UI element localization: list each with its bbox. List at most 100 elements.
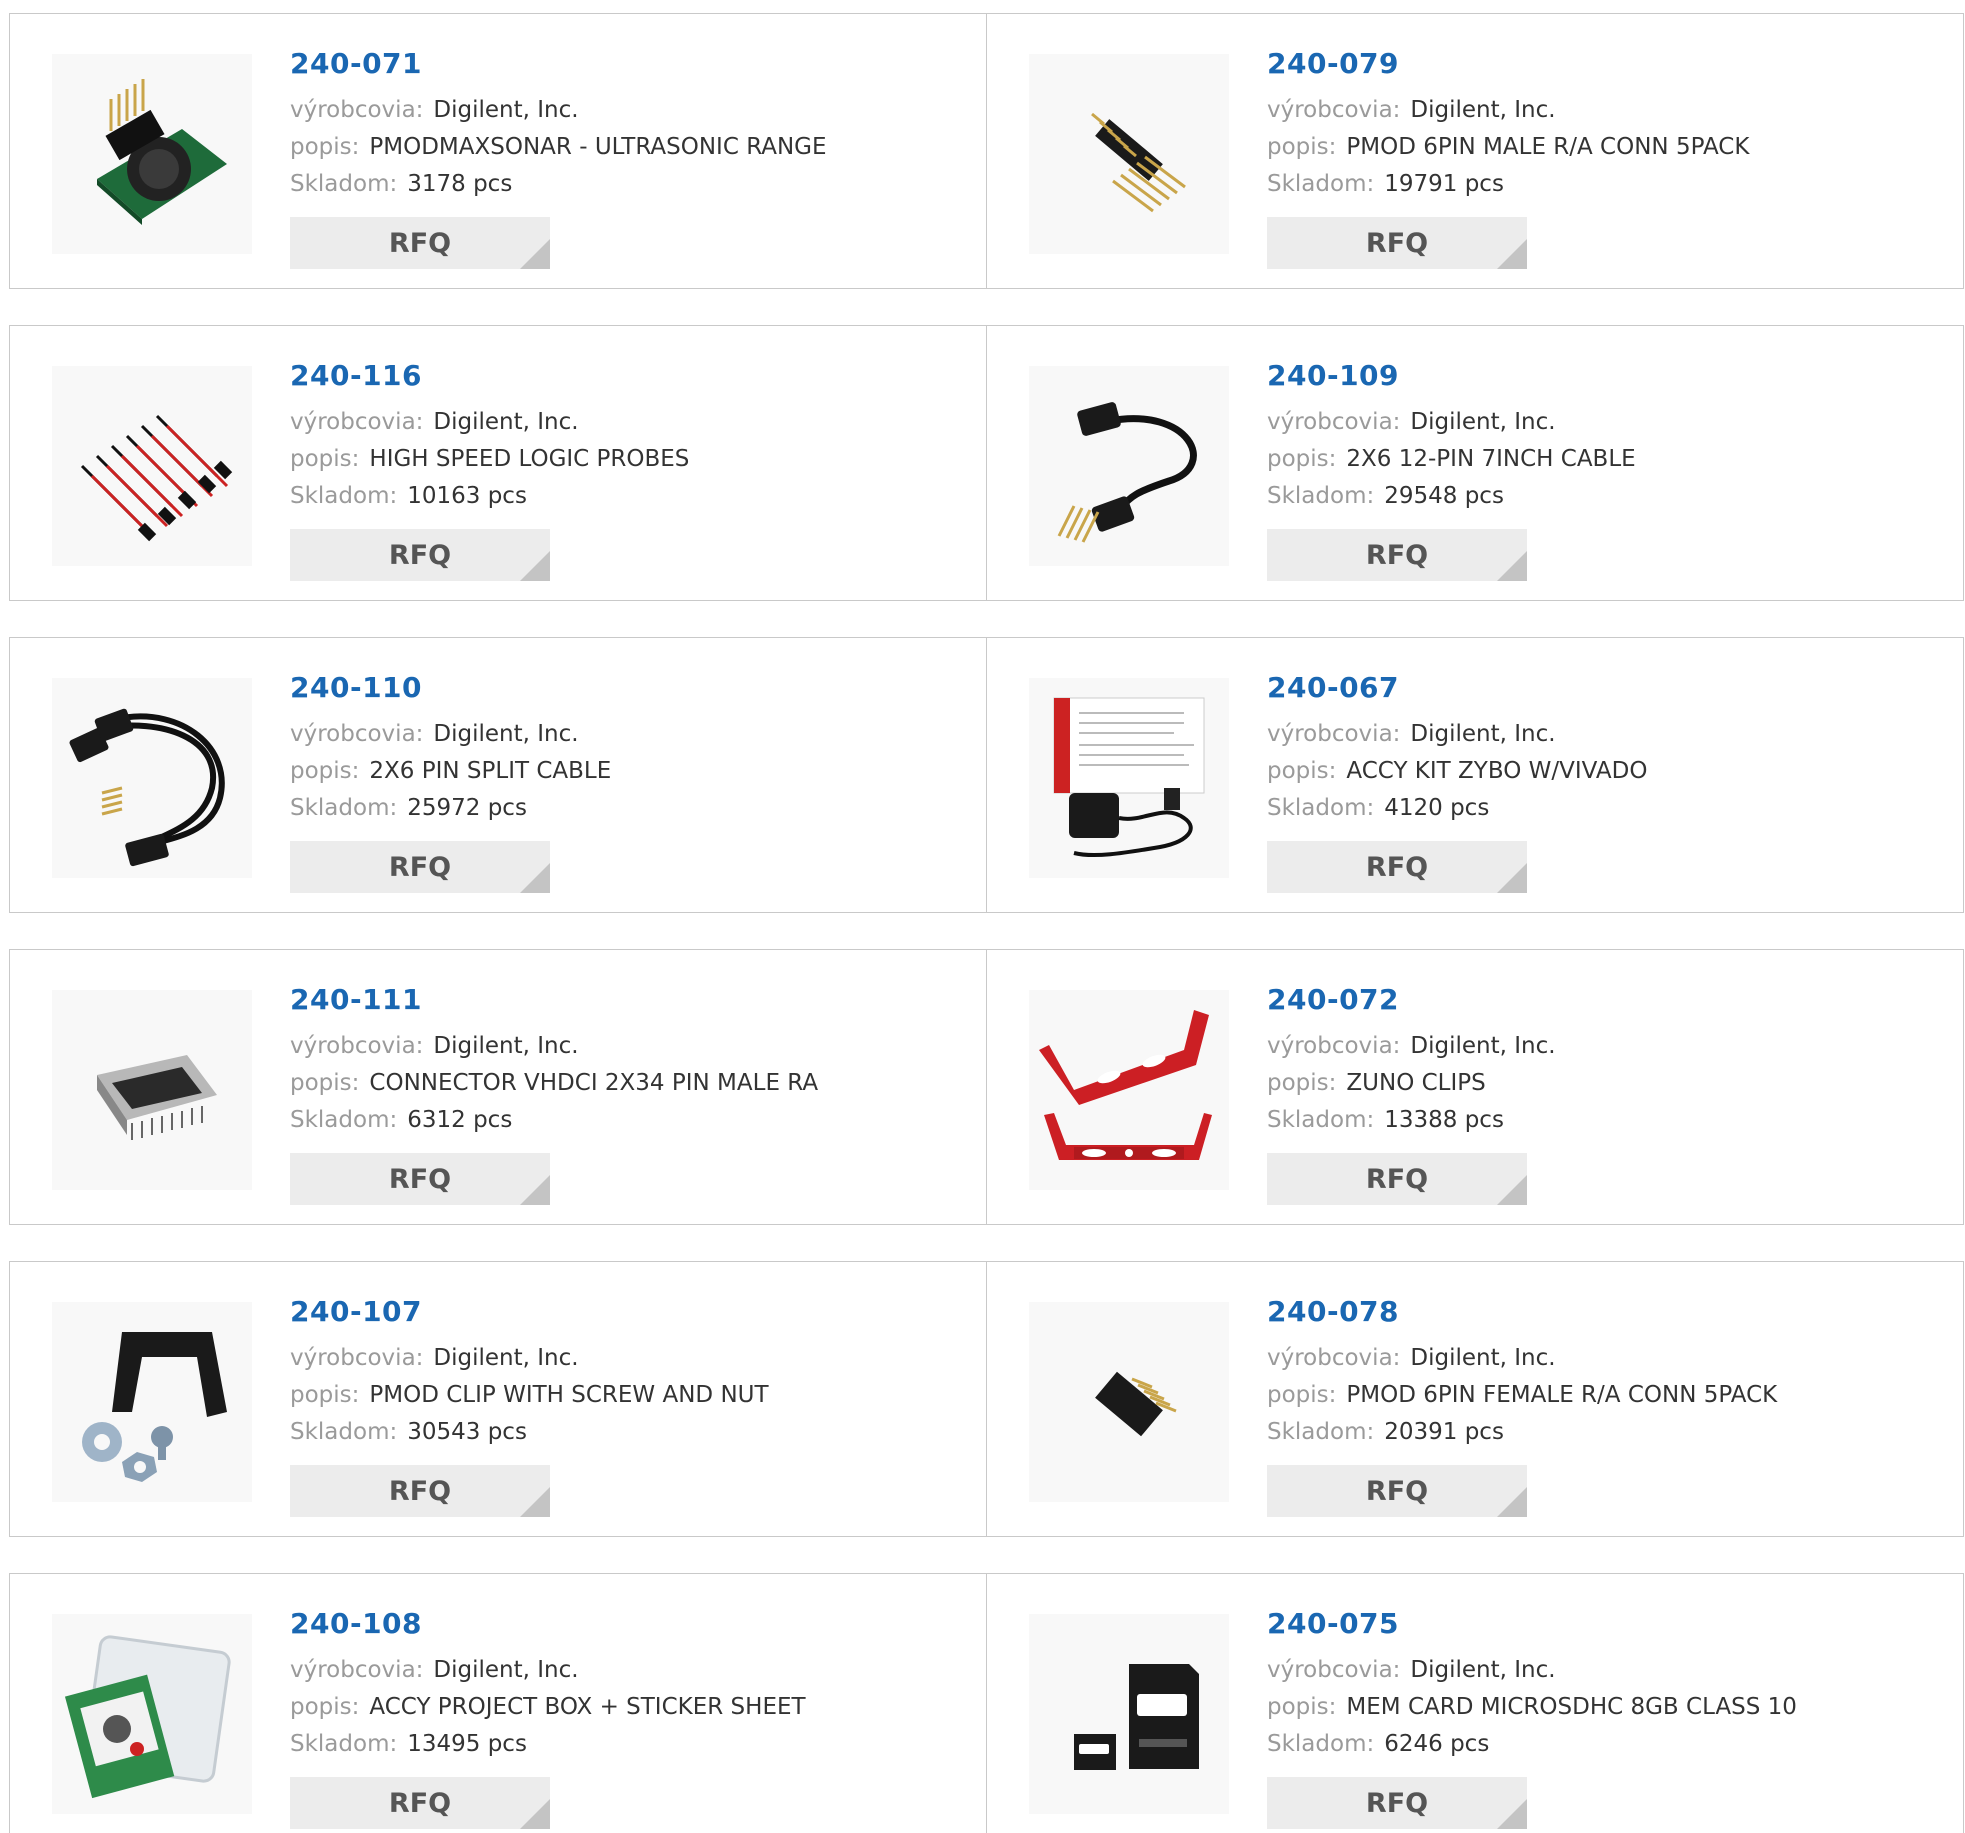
corner-triangle-icon: [520, 1175, 550, 1205]
stock-row: Skladom: 10163 pcs: [290, 478, 689, 515]
rfq-button[interactable]: RFQ: [290, 1465, 550, 1517]
stock-value: 6312 pcs: [407, 1107, 513, 1133]
manufacturer-row: výrobcovia: Digilent, Inc.: [1267, 1340, 1777, 1377]
rfq-button[interactable]: RFQ: [290, 217, 550, 269]
cable-image[interactable]: [1029, 366, 1229, 566]
manufacturer-value: Digilent, Inc.: [433, 409, 579, 435]
product-grid: 240-071 výrobcovia: Digilent, Inc. popis:…: [9, 13, 1965, 1833]
product-row: 240-110 výrobcovia: Digilent, Inc. popis:…: [9, 637, 1965, 913]
description-value: PMOD 6PIN MALE R/A CONN 5PACK: [1346, 134, 1750, 160]
stock-row: Skladom: 13388 pcs: [1267, 1102, 1556, 1139]
corner-triangle-icon: [1497, 551, 1527, 581]
description-label: popis:: [1267, 446, 1337, 472]
rfq-button[interactable]: RFQ: [1267, 841, 1527, 893]
rfq-button[interactable]: RFQ: [290, 529, 550, 581]
product-card: 240-075 výrobcovia: Digilent, Inc. popis:…: [986, 1573, 1964, 1833]
part-number-link[interactable]: 240-071: [290, 44, 827, 84]
manufacturer-value: Digilent, Inc.: [433, 1033, 579, 1059]
product-info: 240-109 výrobcovia: Digilent, Inc. popis:…: [1267, 356, 1636, 515]
corner-triangle-icon: [1497, 863, 1527, 893]
product-card: 240-107 výrobcovia: Digilent, Inc. popis:…: [9, 1261, 987, 1537]
manufacturer-label: výrobcovia:: [290, 721, 424, 747]
description-value: ACCY KIT ZYBO W/VIVADO: [1346, 758, 1648, 784]
rfq-button[interactable]: RFQ: [1267, 529, 1527, 581]
part-number-link[interactable]: 240-107: [290, 1292, 769, 1332]
manufacturer-row: výrobcovia: Digilent, Inc.: [1267, 716, 1647, 753]
microsd-card-image[interactable]: [1029, 1614, 1229, 1814]
rfq-button[interactable]: RFQ: [1267, 1153, 1527, 1205]
manufacturer-value: Digilent, Inc.: [433, 97, 579, 123]
corner-triangle-icon: [520, 863, 550, 893]
description-label: popis:: [290, 446, 360, 472]
description-value: ZUNO CLIPS: [1346, 1070, 1486, 1096]
rfq-button[interactable]: RFQ: [290, 841, 550, 893]
female-header-image[interactable]: [1029, 1302, 1229, 1502]
product-info: 240-079 výrobcovia: Digilent, Inc. popis:…: [1267, 44, 1749, 203]
male-header-image[interactable]: [1029, 54, 1229, 254]
rfq-button[interactable]: RFQ: [1267, 217, 1527, 269]
manufacturer-row: výrobcovia: Digilent, Inc.: [1267, 92, 1749, 129]
part-number-link[interactable]: 240-067: [1267, 668, 1647, 708]
description-row: popis: MEM CARD MICROSDHC 8GB CLASS 10: [1267, 1689, 1797, 1726]
vhdci-connector-image[interactable]: [52, 990, 252, 1190]
description-value: PMOD 6PIN FEMALE R/A CONN 5PACK: [1346, 1382, 1778, 1408]
manufacturer-row: výrobcovia: Digilent, Inc.: [290, 1340, 769, 1377]
part-number-link[interactable]: 240-110: [290, 668, 611, 708]
rfq-label: RFQ: [1365, 1787, 1429, 1819]
part-number-link[interactable]: 240-108: [290, 1604, 806, 1644]
part-number-link[interactable]: 240-075: [1267, 1604, 1797, 1644]
stock-row: Skladom: 25972 pcs: [290, 790, 611, 827]
description-label: popis:: [1267, 1694, 1337, 1720]
product-info: 240-111 výrobcovia: Digilent, Inc. popis:…: [290, 980, 818, 1139]
part-number-link[interactable]: 240-116: [290, 356, 689, 396]
manufacturer-row: výrobcovia: Digilent, Inc.: [290, 716, 611, 753]
split-cable-image[interactable]: [52, 678, 252, 878]
manufacturer-row: výrobcovia: Digilent, Inc.: [290, 1028, 818, 1065]
rfq-button[interactable]: RFQ: [290, 1777, 550, 1829]
part-number-link[interactable]: 240-109: [1267, 356, 1636, 396]
product-card: 240-067 výrobcovia: Digilent, Inc. popis:…: [986, 637, 1964, 913]
stock-value: 3178 pcs: [407, 171, 513, 197]
product-info: 240-072 výrobcovia: Digilent, Inc. popis:…: [1267, 980, 1556, 1139]
manufacturer-value: Digilent, Inc.: [1410, 97, 1556, 123]
manufacturer-value: Digilent, Inc.: [1410, 1345, 1556, 1371]
description-label: popis:: [1267, 1070, 1337, 1096]
description-label: popis:: [290, 1070, 360, 1096]
stock-row: Skladom: 13495 pcs: [290, 1726, 806, 1763]
part-number-link[interactable]: 240-078: [1267, 1292, 1777, 1332]
stock-label: Skladom:: [290, 795, 398, 821]
logic-probes-image[interactable]: [52, 366, 252, 566]
red-clips-image[interactable]: [1029, 990, 1229, 1190]
description-row: popis: ACCY PROJECT BOX + STICKER SHEET: [290, 1689, 806, 1726]
part-number-link[interactable]: 240-079: [1267, 44, 1749, 84]
accessory-kit-image[interactable]: [1029, 678, 1229, 878]
description-value: PMOD CLIP WITH SCREW AND NUT: [369, 1382, 769, 1408]
description-value: MEM CARD MICROSDHC 8GB CLASS 10: [1346, 1694, 1797, 1720]
description-row: popis: PMODMAXSONAR - ULTRASONIC RANGE: [290, 129, 827, 166]
part-number-link[interactable]: 240-072: [1267, 980, 1556, 1020]
stock-row: Skladom: 6246 pcs: [1267, 1726, 1797, 1763]
product-card: 240-110 výrobcovia: Digilent, Inc. popis:…: [9, 637, 987, 913]
product-card: 240-071 výrobcovia: Digilent, Inc. popis:…: [9, 13, 987, 289]
stock-label: Skladom:: [1267, 483, 1375, 509]
ultrasonic-sensor-image[interactable]: [52, 54, 252, 254]
stock-value: 20391 pcs: [1384, 1419, 1504, 1445]
product-info: 240-067 výrobcovia: Digilent, Inc. popis:…: [1267, 668, 1647, 827]
description-row: popis: ACCY KIT ZYBO W/VIVADO: [1267, 753, 1647, 790]
product-info: 240-116 výrobcovia: Digilent, Inc. popis:…: [290, 356, 689, 515]
manufacturer-row: výrobcovia: Digilent, Inc.: [1267, 1652, 1797, 1689]
product-card: 240-078 výrobcovia: Digilent, Inc. popis:…: [986, 1261, 1964, 1537]
stock-row: Skladom: 6312 pcs: [290, 1102, 818, 1139]
rfq-button[interactable]: RFQ: [1267, 1777, 1527, 1829]
product-row: 240-071 výrobcovia: Digilent, Inc. popis:…: [9, 13, 1965, 289]
manufacturer-label: výrobcovia:: [290, 1345, 424, 1371]
corner-triangle-icon: [1497, 1487, 1527, 1517]
manufacturer-label: výrobcovia:: [1267, 721, 1401, 747]
rfq-button[interactable]: RFQ: [1267, 1465, 1527, 1517]
rfq-button[interactable]: RFQ: [290, 1153, 550, 1205]
rfq-label: RFQ: [388, 1475, 452, 1507]
description-label: popis:: [290, 1382, 360, 1408]
clip-screw-nut-image[interactable]: [52, 1302, 252, 1502]
project-box-image[interactable]: [52, 1614, 252, 1814]
part-number-link[interactable]: 240-111: [290, 980, 818, 1020]
